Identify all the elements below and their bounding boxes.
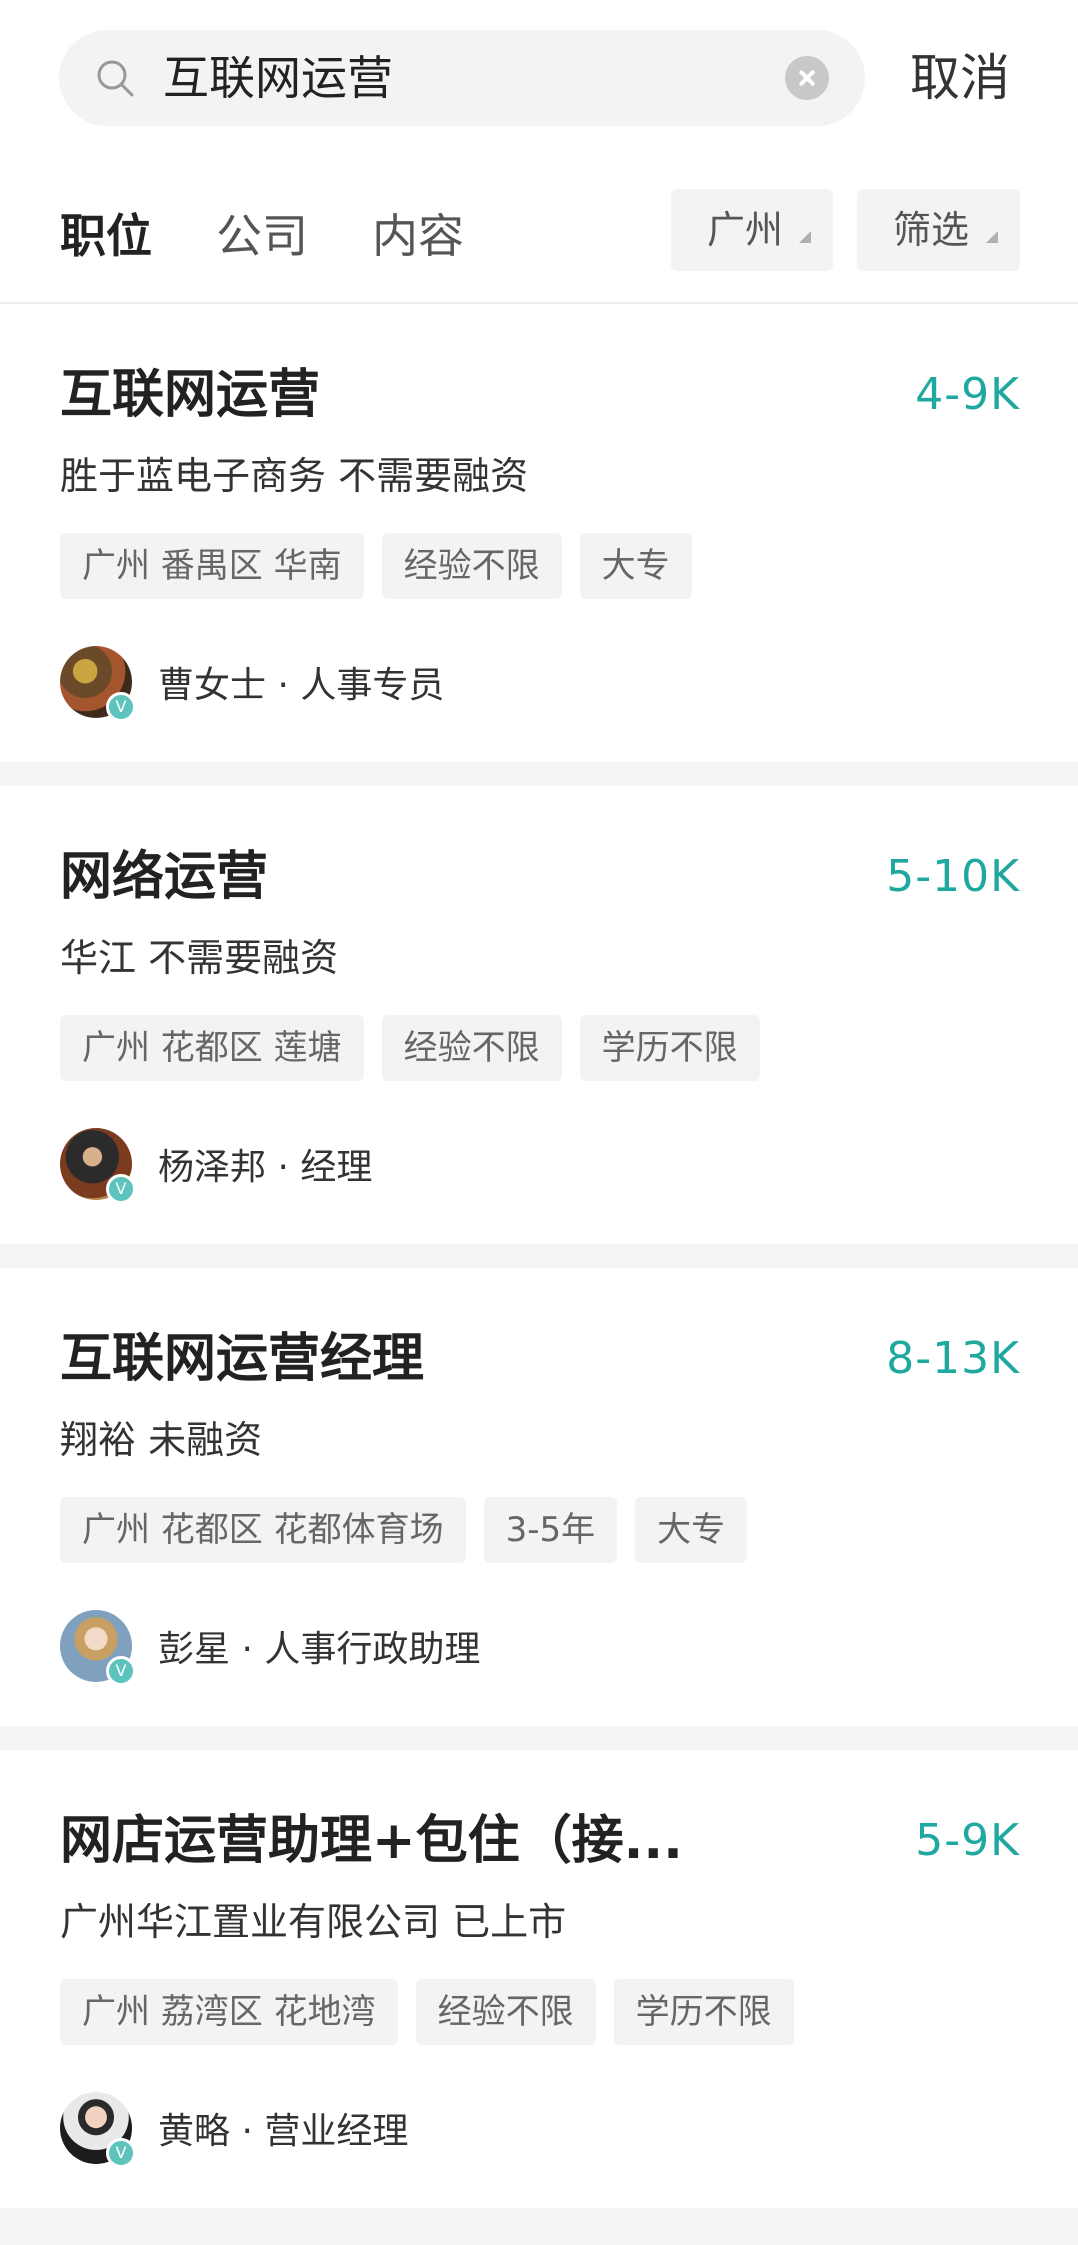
dropdown-triangle-icon [986, 231, 998, 243]
job-tags: 广州 荔湾区 花地湾 经验不限 学历不限 [60, 1979, 794, 2045]
avatar: V [60, 1128, 136, 1204]
card-separator [0, 1244, 1078, 1268]
job-card[interactable]: 互联网运营经理 8-13K 翔裕 未融资 广州 花都区 花都体育场 3-5年 大… [0, 1268, 1078, 1726]
job-tag: 广州 荔湾区 花地湾 [60, 1979, 398, 2045]
job-card[interactable]: 互联网运营 4-9K 胜于蓝电子商务 不需要融资 广州 番禺区 华南 经验不限 … [0, 304, 1078, 762]
filter-label: 筛选 [893, 208, 970, 252]
job-tags: 广州 花都区 莲塘 经验不限 学历不限 [60, 1015, 760, 1081]
job-salary: 4-9K [915, 369, 1020, 420]
verified-badge-icon: V [106, 2138, 136, 2168]
company-name: 胜于蓝电子商务 不需要融资 [60, 454, 529, 498]
job-title: 互联网运营 [60, 365, 321, 425]
clear-icon[interactable] [785, 56, 829, 100]
job-tag: 学历不限 [579, 1015, 760, 1081]
recruiter: V 杨泽邦 · 经理 [60, 1128, 373, 1204]
job-card[interactable]: 网店运营助理+包住（接... 5-9K 广州华江置业有限公司 已上市 广州 荔湾… [0, 1750, 1078, 2208]
company-name: 华江 不需要融资 [60, 936, 339, 980]
job-tag: 3-5年 [483, 1497, 618, 1563]
job-tag: 学历不限 [613, 1979, 794, 2045]
avatar: V [60, 646, 136, 722]
avatar: V [60, 1610, 136, 1686]
dropdown-triangle-icon [799, 231, 811, 243]
recruiter: V 黄略 · 营业经理 [60, 2092, 409, 2168]
job-tag: 广州 花都区 花都体育场 [60, 1497, 466, 1563]
recruiter: V 彭星 · 人事行政助理 [60, 1610, 481, 1686]
job-tags: 广州 番禺区 华南 经验不限 大专 [60, 533, 692, 599]
search-bar[interactable]: 互联网运营 [59, 30, 865, 126]
job-title: 网店运营助理+包住（接... [60, 1811, 683, 1871]
job-salary: 8-13K [886, 1333, 1020, 1384]
recruiter-info: 杨泽邦 · 经理 [158, 1147, 373, 1188]
verified-badge-icon: V [106, 692, 136, 722]
card-separator [0, 2208, 1078, 2245]
verified-badge-icon: V [106, 1174, 136, 1204]
company-name: 翔裕 未融资 [60, 1418, 263, 1462]
filter-button[interactable]: 筛选 [857, 189, 1020, 271]
avatar: V [60, 2092, 136, 2168]
tab-company[interactable]: 公司 [216, 196, 308, 276]
job-tag: 经验不限 [381, 1015, 562, 1081]
card-separator [0, 1726, 1078, 1750]
recruiter-info: 彭星 · 人事行政助理 [158, 1629, 481, 1670]
job-tag: 大专 [579, 533, 692, 599]
job-tag: 经验不限 [381, 533, 562, 599]
search-input[interactable]: 互联网运营 [163, 30, 393, 126]
job-title: 互联网运营经理 [60, 1329, 425, 1389]
verified-badge-icon: V [106, 1656, 136, 1686]
job-tag: 广州 番禺区 华南 [60, 533, 364, 599]
city-filter-label: 广州 [707, 208, 784, 252]
recruiter-info: 曹女士 · 人事专员 [158, 665, 445, 706]
job-tag: 广州 花都区 莲塘 [60, 1015, 364, 1081]
job-card[interactable]: 网络运营 5-10K 华江 不需要融资 广州 花都区 莲塘 经验不限 学历不限 … [0, 786, 1078, 1244]
card-separator [0, 762, 1078, 786]
recruiter: V 曹女士 · 人事专员 [60, 646, 445, 722]
city-filter-button[interactable]: 广州 [671, 189, 833, 271]
job-tag: 大专 [635, 1497, 748, 1563]
recruiter-info: 黄略 · 营业经理 [158, 2111, 409, 2152]
company-name: 广州华江置业有限公司 已上市 [60, 1900, 567, 1944]
cancel-button[interactable]: 取消 [910, 30, 1010, 126]
job-title: 网络运营 [60, 847, 269, 907]
tab-content[interactable]: 内容 [372, 196, 464, 276]
job-salary: 5-9K [915, 1815, 1020, 1866]
job-tag: 经验不限 [415, 1979, 596, 2045]
search-icon [97, 60, 134, 97]
tab-jobs[interactable]: 职位 [60, 196, 152, 276]
job-tags: 广州 花都区 花都体育场 3-5年 大专 [60, 1497, 748, 1563]
job-salary: 5-10K [886, 851, 1020, 902]
